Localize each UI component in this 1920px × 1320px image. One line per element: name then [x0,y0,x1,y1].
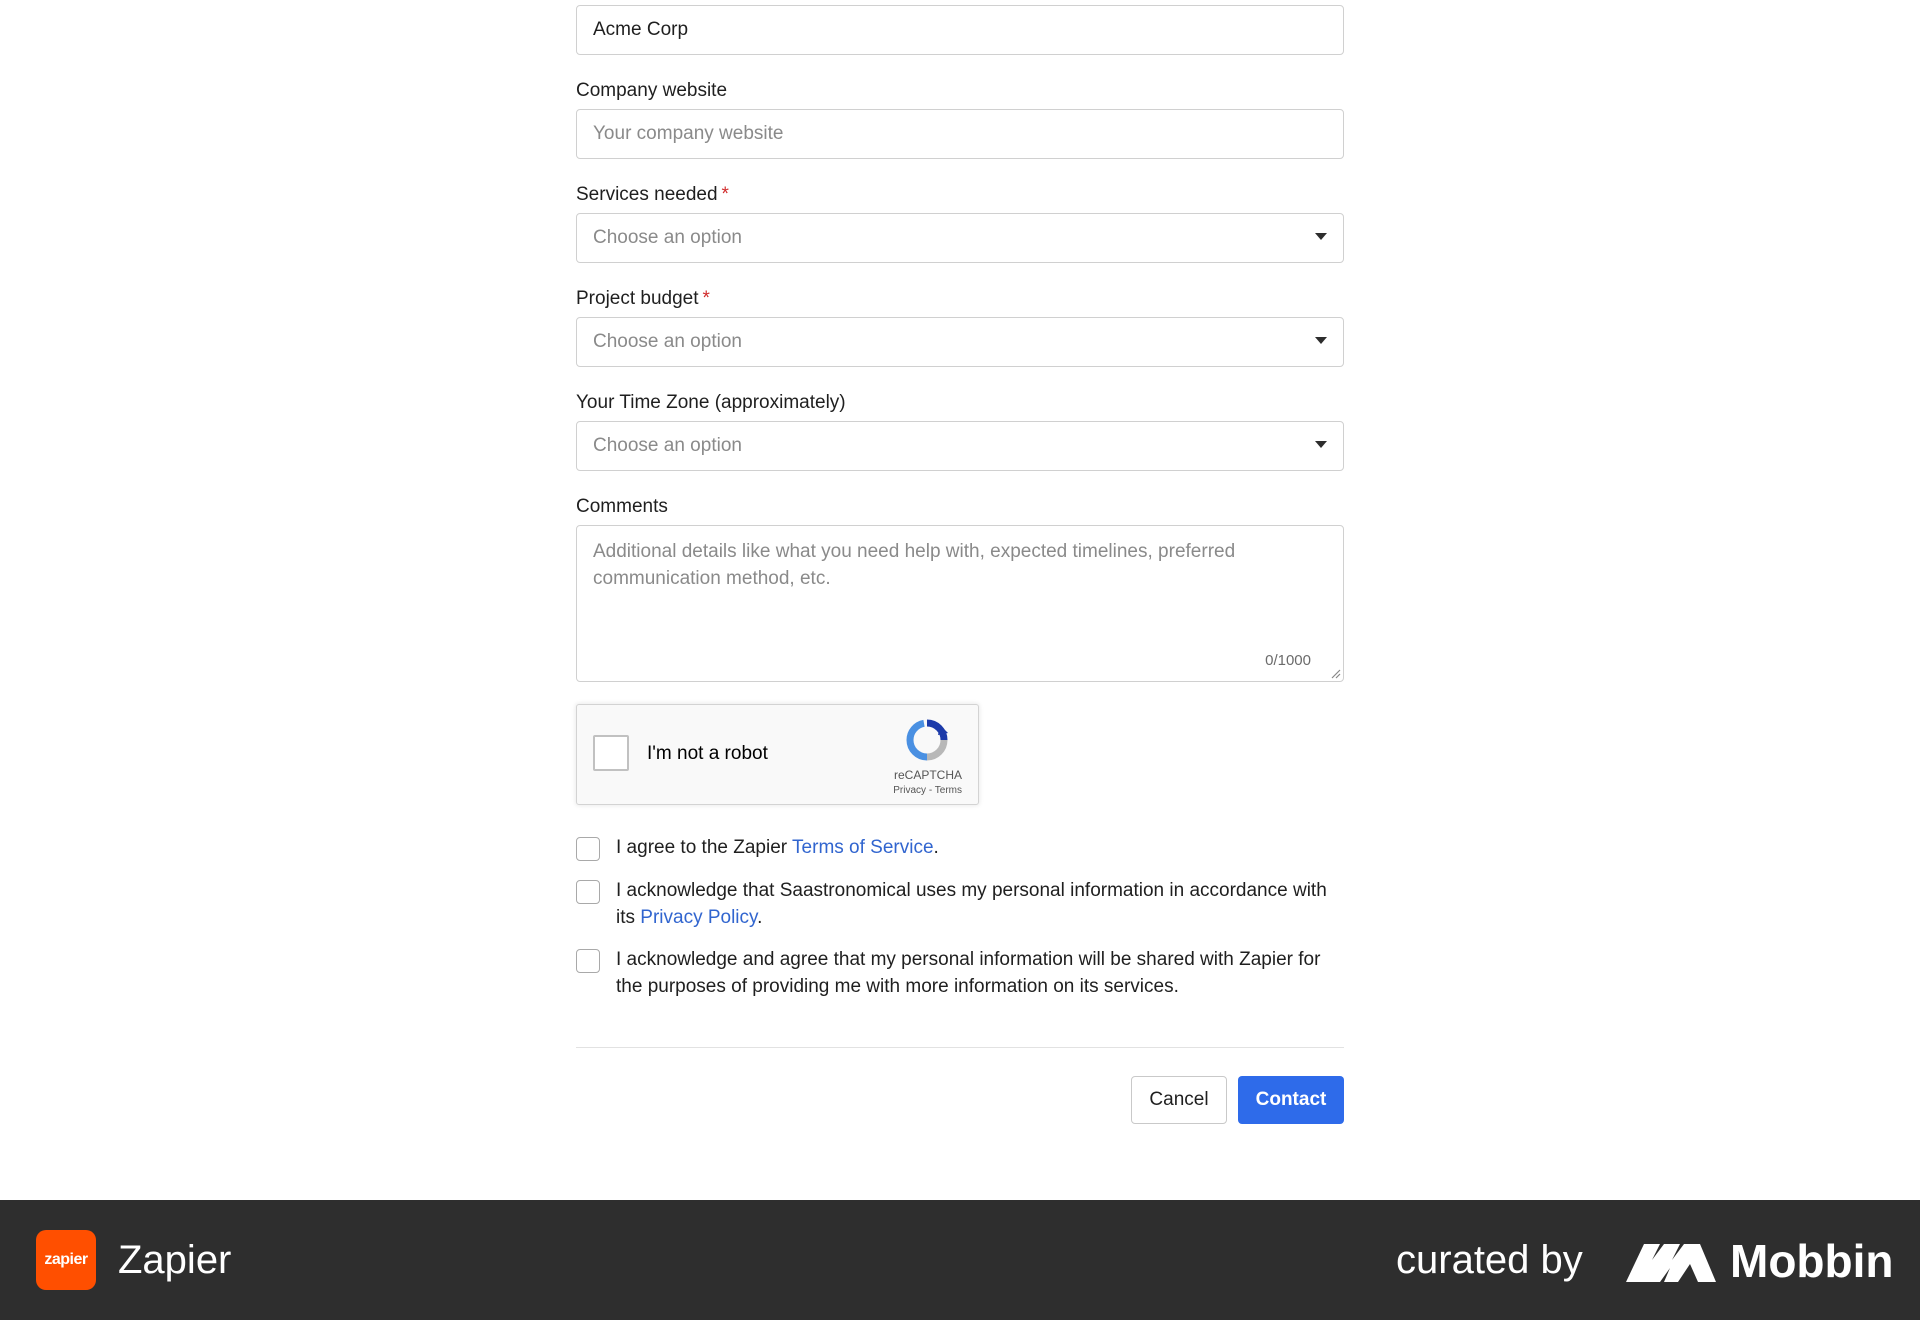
chevron-down-icon [1315,337,1327,344]
required-asterisk: * [721,184,729,205]
project-budget-placeholder: Choose an option [593,331,742,352]
time-zone-select[interactable]: Choose an option [576,421,1344,471]
recaptcha-brand: reCAPTCHA [893,768,962,782]
mobbin-brand: Mobbin [1730,1235,1894,1287]
time-zone-placeholder: Choose an option [593,435,742,456]
agree-terms-checkbox[interactable] [576,837,600,861]
character-counter: 0/1000 [1265,652,1311,669]
comments-placeholder: Additional details like what you need he… [593,541,1236,589]
curated-by-text: curated by [1396,1238,1583,1282]
recaptcha-label: I'm not a robot [647,743,768,764]
required-asterisk: * [702,288,710,309]
mobbin-logo-icon [1626,1244,1716,1282]
zapier-logo: zapier [36,1230,96,1290]
share-info-checkbox[interactable] [576,949,600,973]
company-website-placeholder: Your company website [593,123,784,144]
privacy-ack-checkbox[interactable] [576,880,600,904]
company-name-input[interactable]: Acme Corp [576,5,1344,55]
privacy-policy-link[interactable]: Privacy Policy [640,907,757,928]
recaptcha-links: Privacy - Terms [893,785,962,796]
recaptcha-widget: I'm not a robot reCAPTCHA Privacy - Term… [576,704,979,805]
divider [576,1047,1344,1048]
cancel-button[interactable]: Cancel [1131,1076,1227,1124]
recaptcha-terms-link[interactable]: Terms [935,785,962,796]
company-website-label: Company website [576,80,728,101]
comments-label: Comments [576,496,668,517]
comments-textarea[interactable]: Additional details like what you need he… [576,525,1344,682]
project-budget-select[interactable]: Choose an option [576,317,1344,367]
contact-button[interactable]: Contact [1238,1076,1344,1124]
share-info-text: I acknowledge and agree that my personal… [616,949,1321,997]
project-budget-label: Project budget * [576,288,710,309]
footer-bar: zapier Zapier curated by Mobbin [0,1200,1920,1320]
chevron-down-icon [1315,233,1327,240]
app-name: Zapier [118,1238,232,1282]
terms-of-service-link[interactable]: Terms of Service [792,837,933,858]
company-name-value: Acme Corp [593,19,689,40]
privacy-ack-text: I acknowledge that Saastronomical uses m… [616,880,1327,928]
services-needed-placeholder: Choose an option [593,227,742,248]
time-zone-label: Your Time Zone (approximately) [576,392,846,413]
services-needed-label: Services needed * [576,184,729,205]
chevron-down-icon [1315,441,1327,448]
resize-handle-icon[interactable] [1329,667,1341,679]
company-website-input[interactable]: Your company website [576,109,1344,159]
services-needed-select[interactable]: Choose an option [576,213,1344,263]
recaptcha-privacy-link[interactable]: Privacy [893,785,926,796]
recaptcha-logo-icon [906,719,948,761]
agree-terms-text: I agree to the Zapier Terms of Service. [616,837,939,858]
recaptcha-checkbox[interactable] [593,735,629,771]
